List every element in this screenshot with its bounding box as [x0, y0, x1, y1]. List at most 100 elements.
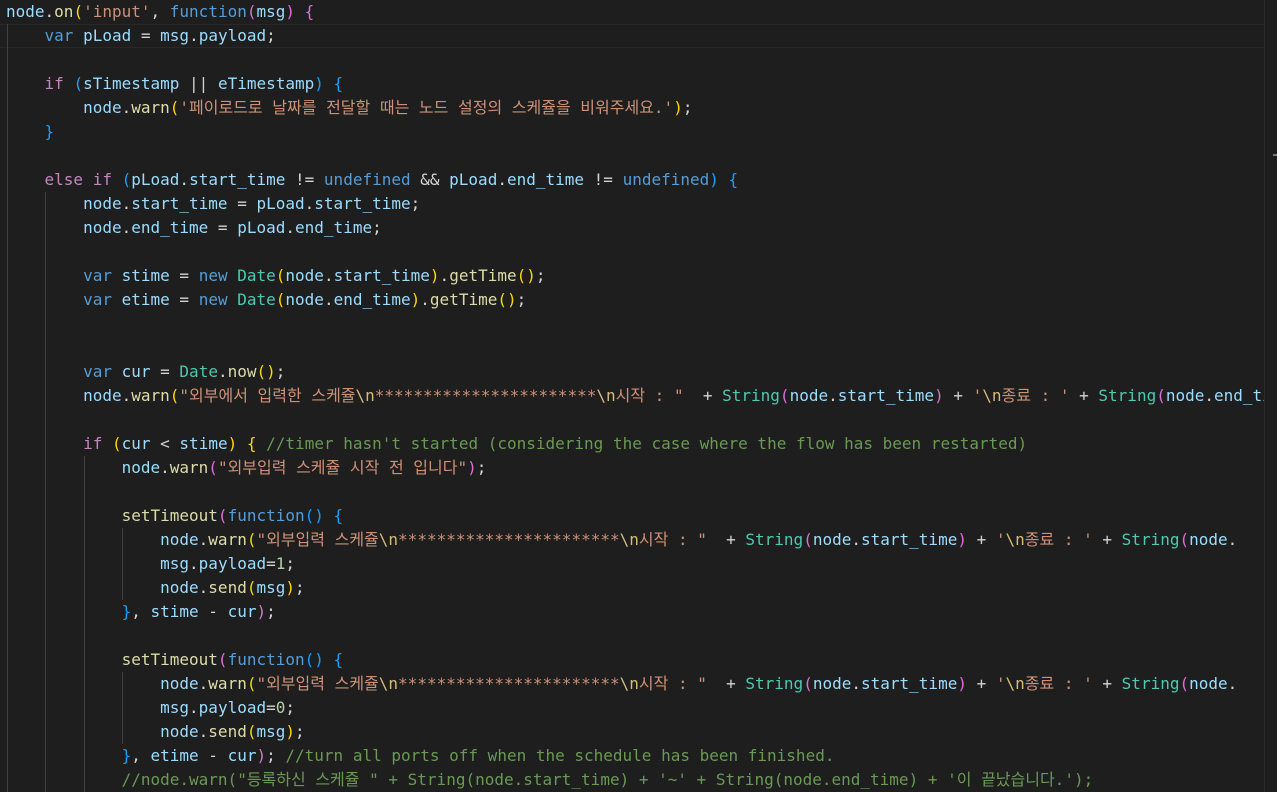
code-token: ) — [314, 74, 324, 93]
code-token: payload — [198, 26, 267, 45]
code-token: + — [706, 530, 746, 549]
code-token: \n — [619, 674, 639, 693]
code-line[interactable]: setTimeout(function() { — [0, 504, 1271, 528]
vertical-scrollbar[interactable] — [1264, 0, 1277, 792]
code-line[interactable] — [0, 48, 1271, 72]
code-line[interactable]: node.on('input', function(msg) { — [0, 0, 1271, 24]
code-token: . — [323, 266, 334, 285]
code-token: . — [198, 530, 209, 549]
code-token: } — [121, 602, 132, 621]
code-token: . — [304, 194, 315, 213]
code-token: . — [1227, 674, 1238, 693]
code-token: . — [285, 218, 296, 237]
code-line[interactable]: var stime = new Date(node.start_time).ge… — [0, 264, 1271, 288]
code-line[interactable] — [0, 336, 1271, 360]
code-line[interactable]: node.warn('페이로드로 날짜를 전달할 때는 노드 설정의 스케쥴을 … — [0, 96, 1271, 120]
code-token: var — [83, 266, 112, 285]
code-token: || — [179, 74, 218, 93]
code-token: 0 — [275, 698, 286, 717]
code-token: , — [131, 602, 151, 621]
code-token: = — [131, 26, 161, 45]
code-line[interactable] — [0, 624, 1271, 648]
code-line[interactable]: if (sTimestamp || eTimestamp) { — [0, 72, 1271, 96]
code-line[interactable]: msg.payload=0; — [0, 696, 1271, 720]
code-token: \n — [596, 386, 616, 405]
code-line[interactable]: var pLoad = msg.payload; — [0, 24, 1271, 48]
code-token: + — [943, 386, 973, 405]
code-token: ; — [295, 578, 305, 597]
code-token: stime — [179, 434, 228, 453]
code-line[interactable]: var cur = Date.now(); — [0, 360, 1271, 384]
code-token: stime — [150, 602, 199, 621]
code-token: node — [160, 674, 199, 693]
code-token: start_time — [189, 170, 286, 189]
code-line[interactable] — [0, 408, 1271, 432]
code-line[interactable]: node.end_time = pLoad.end_time; — [0, 216, 1271, 240]
code-line[interactable] — [0, 144, 1271, 168]
code-token: ; — [535, 266, 546, 285]
code-token: 시작 : " — [638, 674, 707, 693]
code-token: end_time — [333, 290, 411, 309]
code-token: . — [1227, 530, 1238, 549]
code-token: end_time — [131, 218, 209, 237]
code-token: start_time — [861, 674, 958, 693]
code-line[interactable]: //node.warn("등록하신 스케쥴 " + String(node.st… — [0, 768, 1271, 792]
code-token: 'input' — [83, 2, 151, 21]
code-token: var — [83, 362, 112, 381]
code-token: ) — [285, 2, 296, 21]
code-line[interactable] — [0, 480, 1271, 504]
code-line[interactable]: }, stime - cur); — [0, 600, 1271, 624]
code-line[interactable] — [0, 240, 1271, 264]
code-line[interactable]: node.send(msg); — [0, 576, 1271, 600]
code-token: payload — [198, 554, 267, 573]
code-token: = — [208, 218, 238, 237]
code-token: cur — [227, 746, 257, 765]
code-line[interactable]: else if (pLoad.start_time != undefined &… — [0, 168, 1271, 192]
code-token: var — [83, 290, 112, 309]
code-token: { — [333, 74, 344, 93]
code-line[interactable] — [0, 312, 1271, 336]
code-line[interactable]: node.start_time = pLoad.start_time; — [0, 192, 1271, 216]
code-line[interactable]: node.warn("외부입력 스케쥴\n*******************… — [0, 672, 1271, 696]
code-line[interactable]: if (cur < stime) { //timer hasn't starte… — [0, 432, 1271, 456]
code-token: warn — [169, 458, 209, 477]
code-token: node — [83, 194, 122, 213]
code-token: cur — [121, 362, 151, 381]
code-line[interactable]: } — [0, 120, 1271, 144]
code-token: \n — [619, 530, 639, 549]
code-token: { — [333, 506, 344, 525]
code-line[interactable]: node.warn("외부입력 스케쥴\n*******************… — [0, 528, 1271, 552]
code-token: = — [266, 554, 276, 573]
code-line[interactable]: }, etime - cur); //turn all ports off wh… — [0, 744, 1271, 768]
code-token: + — [966, 674, 996, 693]
code-line[interactable]: node.send(msg); — [0, 720, 1271, 744]
code-token: warn — [208, 530, 247, 549]
code-token: . — [420, 290, 430, 309]
code-token: payload — [198, 698, 267, 717]
code-line[interactable]: setTimeout(function() { — [0, 648, 1271, 672]
code-token: ( — [1156, 386, 1166, 405]
code-line[interactable]: node.warn("외부에서 입력한 스케쥴\n***************… — [0, 384, 1271, 408]
code-line[interactable]: node.warn("외부입력 스케쥴 시작 전 입니다"); — [0, 456, 1271, 480]
code-editor[interactable]: node.on('input', function(msg) { var pLo… — [0, 0, 1277, 792]
code-token: ( — [217, 650, 228, 669]
code-token: ; — [295, 722, 305, 741]
code-line[interactable]: msg.payload=1; — [0, 552, 1271, 576]
code-token: node — [6, 2, 45, 21]
code-token: ) — [429, 266, 440, 285]
code-line[interactable]: var etime = new Date(node.end_time).getT… — [0, 288, 1271, 312]
code-token: ( — [73, 74, 84, 93]
code-token: warn — [131, 386, 170, 405]
